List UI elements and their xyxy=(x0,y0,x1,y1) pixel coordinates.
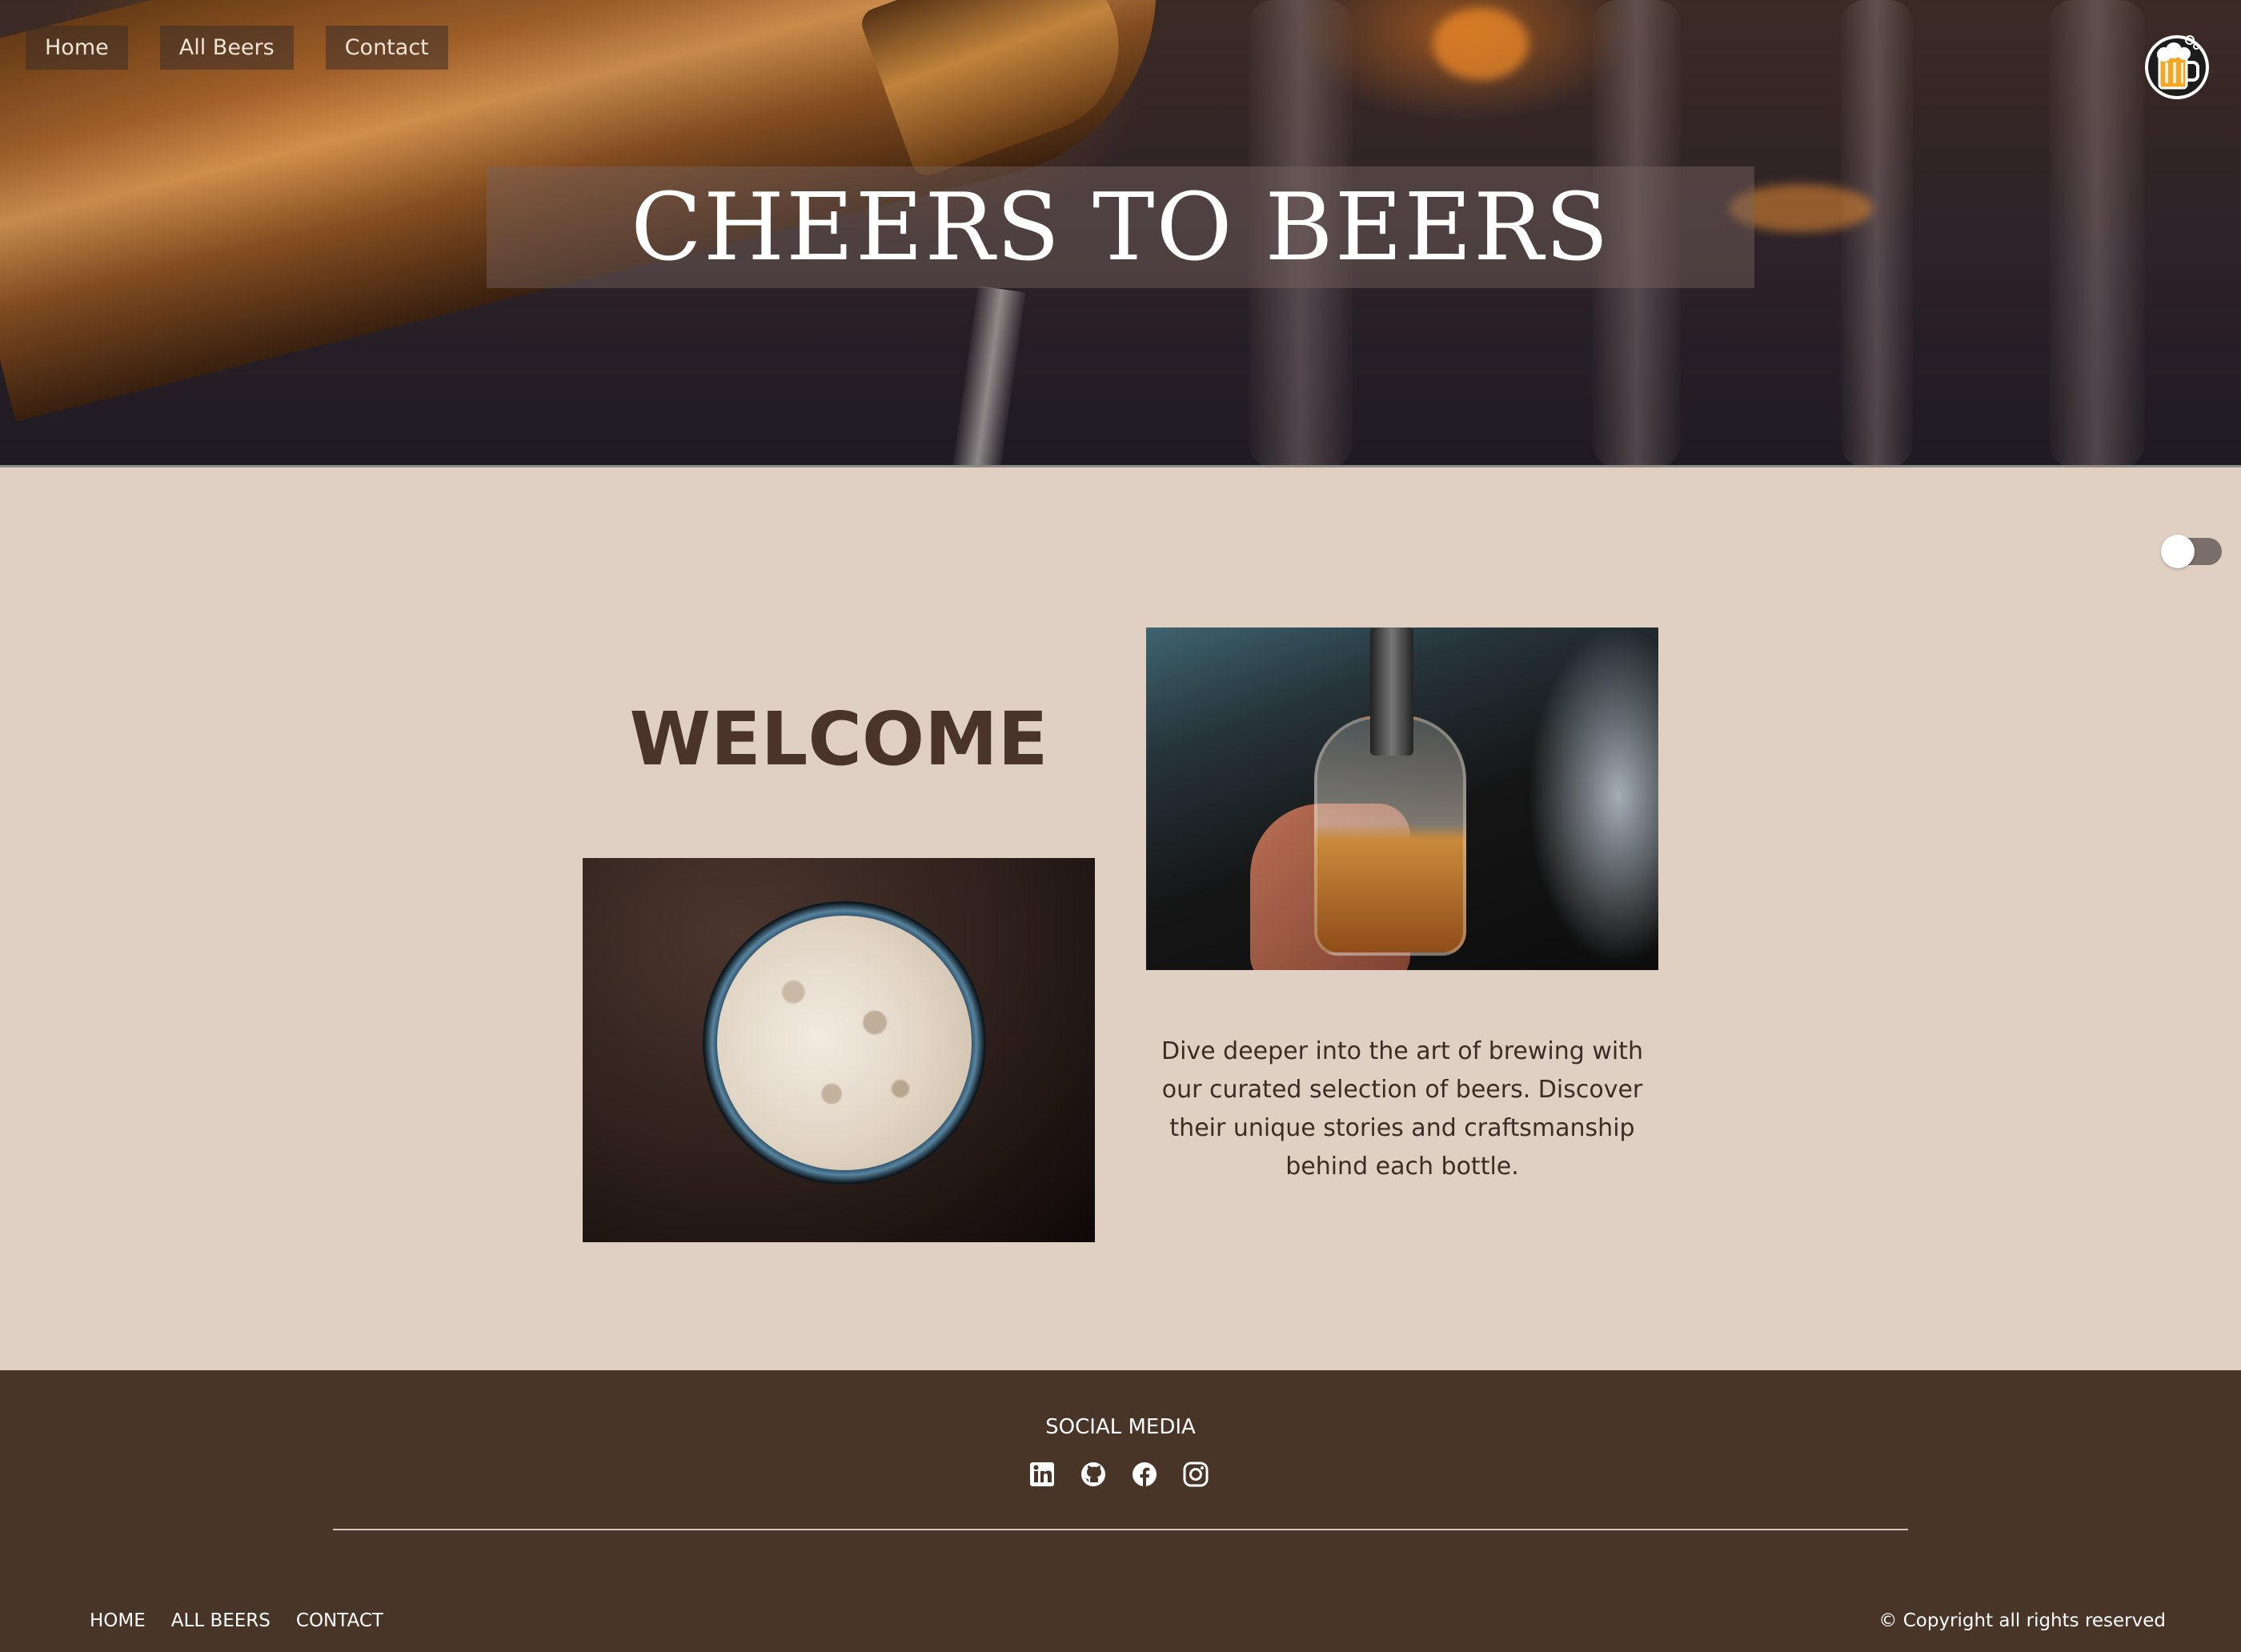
footer-divider xyxy=(333,1529,1908,1530)
nav-all-beers[interactable]: All Beers xyxy=(159,26,294,70)
copyright-text: © Copyright all rights reserved xyxy=(1878,1610,2166,1631)
beer-foam-image xyxy=(583,858,1095,1242)
footer-nav-contact[interactable]: CONTACT xyxy=(296,1610,383,1631)
nav-contact[interactable]: Contact xyxy=(325,26,448,70)
footer-nav: HOME ALL BEERS CONTACT xyxy=(90,1610,383,1631)
theme-toggle[interactable] xyxy=(2161,535,2222,568)
footer-nav-all-beers[interactable]: ALL BEERS xyxy=(171,1610,271,1631)
social-media-title: SOCIAL MEDIA xyxy=(1045,1415,1196,1439)
social-icons xyxy=(1029,1462,1209,1487)
github-icon[interactable] xyxy=(1080,1462,1106,1487)
footer-nav-home[interactable]: HOME xyxy=(90,1610,146,1631)
toggle-knob xyxy=(2161,535,2195,568)
footer: SOCIAL MEDIA HOME ALL BEERS CONTACT © Co… xyxy=(0,1370,2241,1652)
instagram-icon[interactable] xyxy=(1183,1462,1209,1487)
linkedin-icon[interactable] xyxy=(1029,1462,1055,1487)
hero-banner: Home All Beers Contact CHEERS TO BEERS xyxy=(0,0,2241,467)
top-nav: Home All Beers Contact xyxy=(26,26,448,70)
page-title: CHEERS TO BEERS xyxy=(631,173,1610,282)
beer-tap-pour-image xyxy=(1146,628,1658,970)
facebook-icon[interactable] xyxy=(1132,1462,1157,1487)
hero-pour-stream xyxy=(951,285,1026,465)
welcome-heading: WELCOME xyxy=(629,696,1048,782)
beer-mug-icon[interactable] xyxy=(2143,29,2211,101)
intro-description: Dive deeper into the art of brewing with… xyxy=(1161,1037,1644,1181)
hero-title-box: CHEERS TO BEERS xyxy=(487,166,1754,288)
nav-home[interactable]: Home xyxy=(26,26,128,70)
